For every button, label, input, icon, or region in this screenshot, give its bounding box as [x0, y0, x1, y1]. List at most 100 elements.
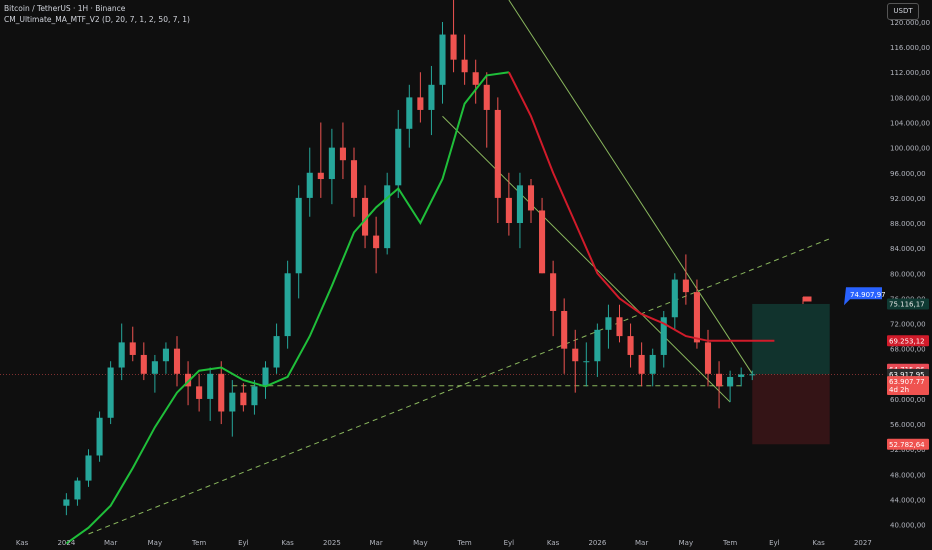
candle-body: [339, 147, 346, 161]
time-tick-label: 2026: [588, 539, 606, 547]
price-tick-label: 40.000,00: [890, 522, 926, 530]
candle-body: [295, 197, 302, 274]
candle-body: [483, 84, 490, 110]
time-tick-label: Eyl: [504, 539, 515, 547]
price-label-text: 52.782,64: [889, 441, 925, 449]
price-tick-label: 56.000,00: [890, 421, 926, 429]
candle-body: [450, 34, 457, 60]
price-axis-labels: 120.000,00 116.000,00 112.000,00 108.000,00…: [890, 19, 930, 530]
candle-body: [472, 72, 479, 85]
candle-body: [716, 373, 723, 387]
candle-body: [262, 367, 269, 387]
time-tick-label: Tem: [457, 539, 472, 547]
time-tick-label: Kas: [547, 539, 560, 547]
candle-body: [229, 392, 236, 412]
position-stop-zone: [752, 374, 830, 445]
candle-body: [428, 84, 435, 110]
candle-body: [738, 374, 745, 377]
candle-body: [273, 336, 280, 368]
candle-body: [749, 374, 756, 376]
candle-body: [627, 336, 634, 355]
time-tick-label: Eyl: [238, 539, 249, 547]
candle-body: [162, 348, 169, 362]
price-tick-label: 84.000,00: [890, 245, 926, 253]
candle-body: [218, 373, 225, 412]
candle-body: [550, 273, 557, 311]
currency-button[interactable]: USDT: [887, 3, 919, 20]
candle-body: [494, 109, 501, 198]
price-tooltip-text: 74.907,97: [850, 291, 886, 299]
candle-body: [505, 197, 512, 224]
time-tick-label: 2027: [854, 539, 872, 547]
candle-body: [74, 480, 81, 500]
candle-body: [306, 172, 313, 198]
candle-body: [96, 417, 103, 456]
candle-body: [350, 160, 358, 198]
candle-body: [395, 128, 402, 186]
candle-body: [406, 97, 413, 129]
candle-body: [704, 342, 712, 374]
candle-body: [516, 185, 523, 224]
candle-body: [240, 392, 247, 406]
price-tick-label: 92.000,00: [890, 195, 926, 203]
candle-body: [638, 354, 645, 374]
candle-body: [461, 59, 468, 73]
candle-body: [527, 185, 535, 211]
candle-body: [173, 348, 181, 374]
time-tick-label: 2024: [57, 539, 75, 547]
time-tick-label: Mar: [104, 539, 117, 547]
candle-body: [129, 342, 136, 355]
candle-body: [284, 273, 291, 337]
time-tick-label: May: [413, 539, 427, 547]
price-label-text: 4d 2h: [889, 386, 909, 394]
candle-body: [594, 329, 601, 362]
price-tick-label: 96.000,00: [890, 170, 926, 178]
candle-body: [671, 279, 678, 318]
candle-body: [140, 354, 147, 374]
candle-body: [384, 185, 391, 249]
time-tick-label: May: [679, 539, 693, 547]
candle-body: [207, 373, 214, 399]
symbol-title[interactable]: Bitcoin / TetherUS · 1H · Binance: [4, 3, 190, 14]
price-tick-label: 60.000,00: [890, 396, 926, 404]
candle-body: [328, 147, 335, 180]
price-label-text: 69.253,12: [889, 337, 925, 345]
candle-body: [373, 235, 380, 249]
price-label-text: 75.116,17: [889, 300, 925, 308]
candle-body: [196, 386, 203, 399]
time-tick-label: Eyl: [769, 539, 780, 547]
candle-body: [727, 376, 734, 387]
candle-body: [251, 386, 258, 406]
time-tick-label: Tem: [191, 539, 206, 547]
chart-background: [0, 0, 932, 550]
price-tick-label: 44.000,00: [890, 496, 926, 504]
candle-body: [572, 348, 579, 362]
price-tick-label: 104.000,00: [890, 120, 930, 128]
candle-body: [118, 342, 125, 368]
candle-body: [649, 354, 656, 374]
candle-body: [583, 361, 590, 363]
candle-body: [151, 361, 158, 374]
candle-body: [107, 367, 114, 418]
time-tick-label: May: [148, 539, 162, 547]
price-chart[interactable]: 120.000,00 116.000,00 112.000,00 108.000,00…: [0, 0, 932, 550]
time-tick-label: Tem: [722, 539, 737, 547]
time-tick-label: Kas: [16, 539, 29, 547]
position-profit-zone: [752, 303, 830, 375]
candle-body: [682, 279, 689, 293]
chart-header: Bitcoin / TetherUS · 1H · Binance CM_Ult…: [4, 3, 190, 25]
price-tick-label: 72.000,00: [890, 321, 926, 329]
time-tick-label: Mar: [370, 539, 383, 547]
price-tick-label: 112.000,00: [890, 69, 930, 77]
candle-body: [605, 317, 612, 330]
candle-body: [539, 210, 546, 274]
time-tick-label: Kas: [281, 539, 294, 547]
price-tick-label: 116.000,00: [890, 44, 930, 52]
price-tick-label: 88.000,00: [890, 220, 926, 228]
price-tick-label: 120.000,00: [890, 19, 930, 27]
price-tick-label: 68.000,00: [890, 346, 926, 354]
indicator-title[interactable]: CM_Ultimate_MA_MTF_V2 (D, 20, 7, 1, 2, 5…: [4, 14, 190, 25]
candle-body: [317, 172, 324, 180]
price-tick-label: 100.000,00: [890, 145, 930, 153]
price-tick-label: 80.000,00: [890, 270, 926, 278]
